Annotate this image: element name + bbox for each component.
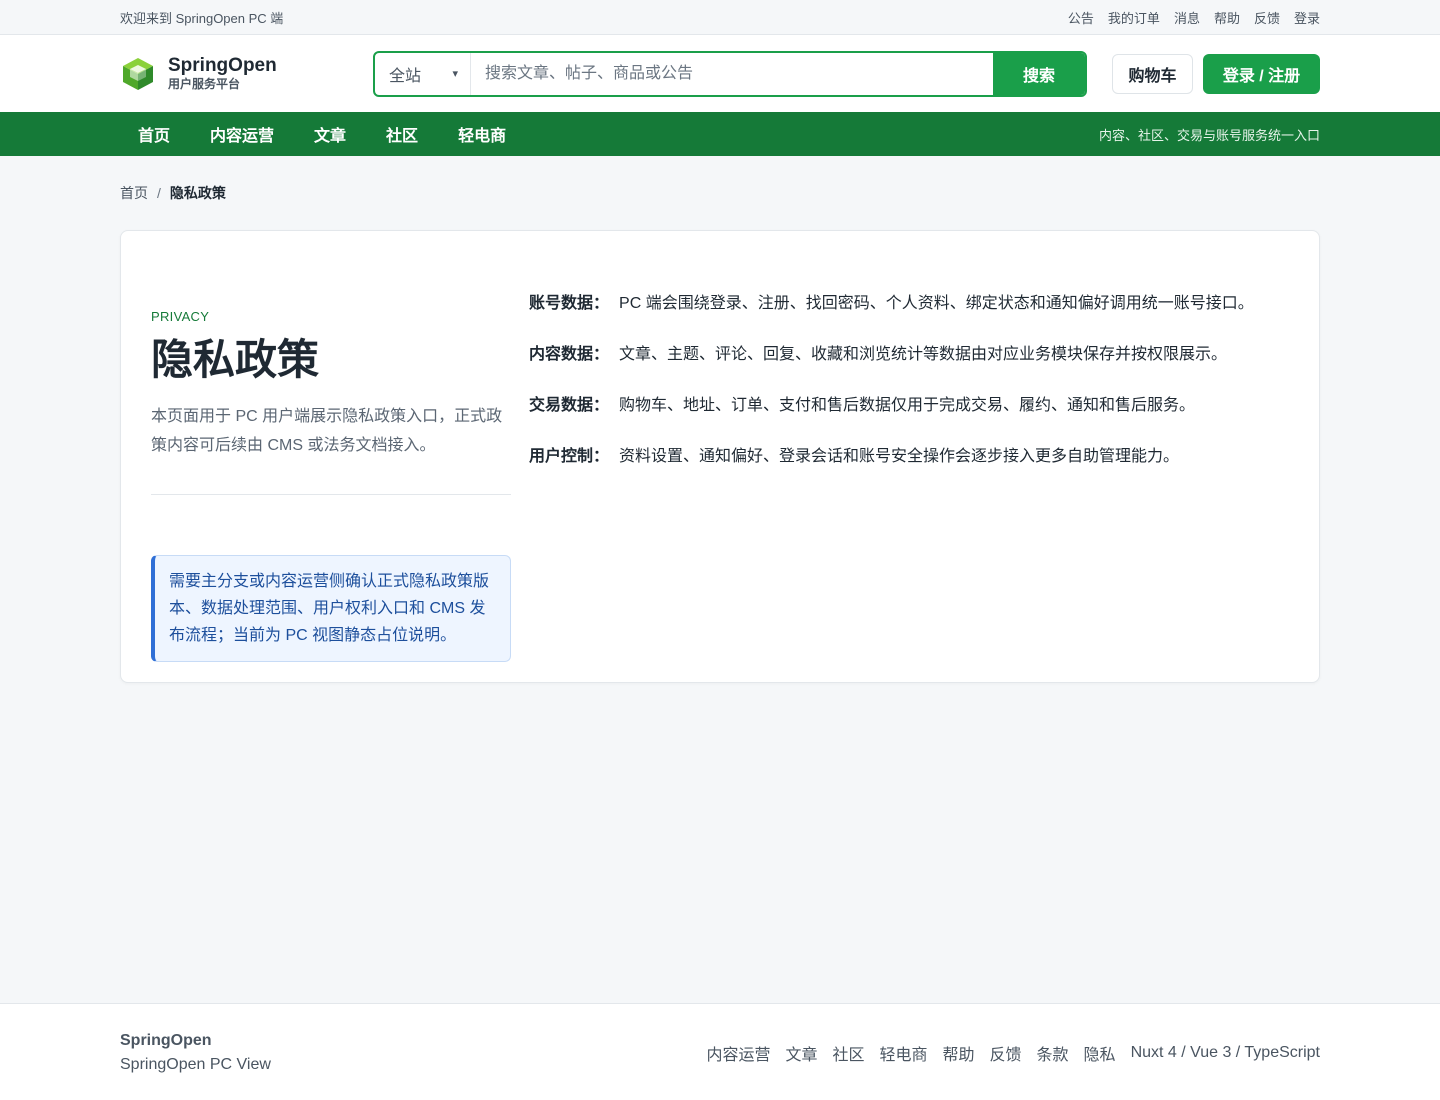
footer-link-light-ecommerce[interactable]: 轻电商 xyxy=(879,1041,927,1065)
footer-tech-stack: Nuxt 4 / Vue 3 / TypeScript xyxy=(1130,1043,1320,1061)
policy-item-content: 内容数据： 文章、主题、评论、回复、收藏和浏览统计等数据由对应业务模块保存并按权限… xyxy=(529,338,1269,371)
privacy-card: PRIVACY 隐私政策 本页面用于 PC 用户端展示隐私政策入口，正式政策内容… xyxy=(120,230,1320,683)
nav-item-community[interactable]: 社区 xyxy=(386,122,418,146)
privacy-summary: PRIVACY 隐私政策 本页面用于 PC 用户端展示隐私政策入口，正式政策内容… xyxy=(151,261,511,662)
footer-link-community[interactable]: 社区 xyxy=(832,1041,864,1065)
footer-brand-block: SpringOpen SpringOpen PC View xyxy=(120,1029,271,1077)
topbar-link-help[interactable]: 帮助 xyxy=(1214,8,1240,27)
policy-item-label: 账号数据： xyxy=(529,295,610,312)
brand-name: SpringOpen xyxy=(168,54,277,76)
footer-link-articles[interactable]: 文章 xyxy=(785,1041,817,1065)
policy-item-text: 资料设置、通知偏好、登录会话和账号安全操作会逐步接入更多自助管理能力。 xyxy=(619,448,1180,465)
welcome-text: 欢迎来到 SpringOpen PC 端 xyxy=(120,11,284,26)
eyebrow-label: PRIVACY xyxy=(151,309,210,324)
topbar-link-my-orders[interactable]: 我的订单 xyxy=(1108,8,1160,27)
footer-subtitle: SpringOpen PC View xyxy=(120,1055,271,1073)
site-footer: SpringOpen SpringOpen PC View 内容运营 文章 社区… xyxy=(0,1003,1440,1100)
search-button[interactable]: 搜索 xyxy=(993,52,1085,95)
topbar-link-login[interactable]: 登录 xyxy=(1294,8,1320,27)
footer-link-privacy[interactable]: 隐私 xyxy=(1084,1041,1116,1065)
topbar-link-messages[interactable]: 消息 xyxy=(1174,8,1200,27)
topbar-link-feedback[interactable]: 反馈 xyxy=(1254,8,1280,27)
brand-subtitle: 用户服务平台 xyxy=(168,76,241,91)
footer-link-feedback[interactable]: 反馈 xyxy=(990,1041,1022,1065)
search-scope-value: 全站 xyxy=(389,67,422,85)
breadcrumb-separator: / xyxy=(157,185,161,201)
search-scope-select[interactable]: 全站 ▾ xyxy=(375,52,471,95)
breadcrumb-current: 隐私政策 xyxy=(169,185,226,201)
top-utility-bar: 欢迎来到 SpringOpen PC 端 公告 我的订单 消息 帮助 反馈 登录 xyxy=(0,0,1440,35)
main-nav: 首页 内容运营 文章 社区 轻电商 内容、社区、交易与账号服务统一入口 xyxy=(0,112,1440,156)
site-header: SpringOpen 用户服务平台 全站 ▾ 搜索 购物车 登录 / 注册 xyxy=(0,35,1440,112)
policy-item-label: 交易数据： xyxy=(529,397,610,414)
cart-button[interactable]: 购物车 xyxy=(1112,53,1193,94)
policy-item-account: 账号数据： PC 端会围绕登录、注册、找回密码、个人资料、绑定状态和通知偏好调用统… xyxy=(529,287,1269,320)
chevron-down-icon: ▾ xyxy=(452,68,458,80)
intro-text: 本页面用于 PC 用户端展示隐私政策入口，正式政策内容可后续由 CMS 或法务文… xyxy=(151,402,511,495)
footer-link-terms[interactable]: 条款 xyxy=(1037,1041,1069,1065)
policy-item-text: 购物车、地址、订单、支付和售后数据仅用于完成交易、履约、通知和售后服务。 xyxy=(619,397,1196,414)
footer-link-content-ops[interactable]: 内容运营 xyxy=(706,1041,770,1065)
footer-link-help[interactable]: 帮助 xyxy=(943,1041,975,1065)
policy-item-transaction: 交易数据： 购物车、地址、订单、支付和售后数据仅用于完成交易、履约、通知和售后服务… xyxy=(529,389,1269,422)
policy-items: 账号数据： PC 端会围绕登录、注册、找回密码、个人资料、绑定状态和通知偏好调用统… xyxy=(511,261,1289,652)
breadcrumb: 首页 / 隐私政策 xyxy=(120,156,1320,230)
policy-item-text: 文章、主题、评论、回复、收藏和浏览统计等数据由对应业务模块保存并按权限展示。 xyxy=(619,346,1228,363)
policy-item-user-control: 用户控制： 资料设置、通知偏好、登录会话和账号安全操作会逐步接入更多自助管理能力。 xyxy=(529,440,1269,473)
page-title: 隐私政策 xyxy=(151,336,320,383)
policy-item-text: PC 端会围绕登录、注册、找回密码、个人资料、绑定状态和通知偏好调用统一账号接口… xyxy=(619,295,1254,312)
nav-menu: 首页 内容运营 文章 社区 轻电商 xyxy=(120,122,546,146)
policy-item-label: 内容数据： xyxy=(529,346,610,363)
main-content: 首页 / 隐私政策 PRIVACY 隐私政策 本页面用于 PC 用户端展示隐私政… xyxy=(120,156,1320,683)
topbar-link-announcement[interactable]: 公告 xyxy=(1068,8,1094,27)
nav-item-articles[interactable]: 文章 xyxy=(314,122,346,146)
policy-item-label: 用户控制： xyxy=(529,448,610,465)
search-input[interactable] xyxy=(471,52,993,95)
search-bar: 全站 ▾ 搜索 xyxy=(373,50,1087,97)
nav-item-home[interactable]: 首页 xyxy=(138,122,170,146)
breadcrumb-home[interactable]: 首页 xyxy=(120,183,148,203)
footer-links: 内容运营 文章 社区 轻电商 帮助 反馈 条款 隐私 Nuxt 4 / Vue … xyxy=(691,1041,1320,1065)
topbar-links: 公告 我的订单 消息 帮助 反馈 登录 xyxy=(1068,8,1320,27)
logo[interactable]: SpringOpen 用户服务平台 xyxy=(120,54,373,92)
notice-box: 需要主分支或内容运营侧确认正式隐私政策版本、数据处理范围、用户权利入口和 CMS… xyxy=(151,555,511,662)
login-register-button[interactable]: 登录 / 注册 xyxy=(1203,53,1320,94)
nav-item-light-ecommerce[interactable]: 轻电商 xyxy=(458,122,506,146)
cube-logo-icon xyxy=(123,57,153,90)
nav-slogan: 内容、社区、交易与账号服务统一入口 xyxy=(1098,127,1320,143)
nav-item-content-ops[interactable]: 内容运营 xyxy=(210,122,274,146)
footer-brand: SpringOpen xyxy=(120,1031,212,1049)
